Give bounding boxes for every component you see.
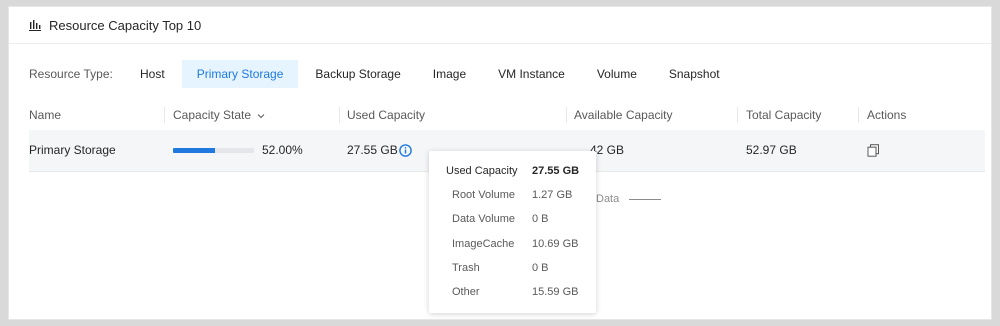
resource-type-filter: Resource Type: Host Primary Storage Back… <box>29 60 737 88</box>
column-capacity-state-label: Capacity State <box>173 108 252 122</box>
column-divider <box>164 107 165 123</box>
tooltip-value: 0 B <box>532 262 549 274</box>
row-name: Primary Storage <box>29 143 116 157</box>
tooltip-header-key: Used Capacity <box>446 165 518 177</box>
column-available-capacity: Available Capacity <box>574 108 673 122</box>
tab-volume[interactable]: Volume <box>582 60 652 88</box>
tooltip-row: Trash 0 B <box>429 256 596 280</box>
table-header: Name Capacity State Used Capacity Availa… <box>29 100 985 130</box>
capacity-percent: 52.00% <box>262 143 303 157</box>
tooltip-value: 1.27 GB <box>532 189 573 201</box>
column-actions: Actions <box>867 108 907 122</box>
used-capacity-value: 27.55 GB <box>347 143 398 157</box>
used-capacity-tooltip: Used Capacity 27.55 GB Root Volume 1.27 … <box>429 151 596 313</box>
column-used-capacity: Used Capacity <box>347 108 426 122</box>
tooltip-header-value: 27.55 GB <box>532 165 580 177</box>
tab-vm-instance[interactable]: VM Instance <box>483 60 580 88</box>
tooltip-key: ImageCache <box>452 238 515 250</box>
tooltip-header-row: Used Capacity 27.55 GB <box>429 159 596 183</box>
tab-backup-storage[interactable]: Backup Storage <box>300 60 415 88</box>
chart-legend-hint: Data <box>596 193 662 205</box>
column-divider <box>737 107 738 123</box>
column-name: Name <box>29 108 62 122</box>
chevron-down-icon <box>258 113 265 119</box>
tooltip-key: Root Volume <box>452 189 515 201</box>
tooltip-key: Data Volume <box>452 213 515 225</box>
tooltip-row: ImageCache 10.69 GB <box>429 232 596 256</box>
legend-line <box>629 198 662 200</box>
capacity-progress-fill <box>173 148 216 153</box>
total-capacity-value: 52.97 GB <box>746 143 797 157</box>
column-capacity-state[interactable]: Capacity State <box>173 100 265 130</box>
column-divider <box>566 107 567 123</box>
tooltip-value: 10.69 GB <box>532 238 579 250</box>
tooltip-value: 15.59 GB <box>532 286 579 298</box>
column-total-capacity: Total Capacity <box>746 108 822 122</box>
tab-host[interactable]: Host <box>125 60 180 88</box>
copy-icon[interactable] <box>867 144 880 157</box>
tab-image[interactable]: Image <box>418 60 481 88</box>
legend-label: Data <box>596 193 620 205</box>
tooltip-row: Data Volume 0 B <box>429 207 596 231</box>
resource-capacity-panel: Resource Capacity Top 10 Resource Type: … <box>8 6 992 320</box>
panel-header: Resource Capacity Top 10 <box>9 7 991 44</box>
column-divider <box>339 107 340 123</box>
tooltip-row: Other 15.59 GB <box>429 280 596 304</box>
tooltip-key: Other <box>452 286 480 298</box>
tooltip-key: Trash <box>452 262 480 274</box>
panel-title: Resource Capacity Top 10 <box>49 17 202 33</box>
resource-type-label: Resource Type: <box>29 67 113 81</box>
bar-chart-icon <box>29 20 41 31</box>
info-icon[interactable] <box>399 144 412 157</box>
capacity-progress-bar <box>173 148 254 153</box>
tab-primary-storage[interactable]: Primary Storage <box>181 60 299 88</box>
column-divider <box>858 107 859 123</box>
tooltip-row: Root Volume 1.27 GB <box>429 183 596 207</box>
tab-snapshot[interactable]: Snapshot <box>654 60 735 88</box>
tooltip-value: 0 B <box>532 213 549 225</box>
